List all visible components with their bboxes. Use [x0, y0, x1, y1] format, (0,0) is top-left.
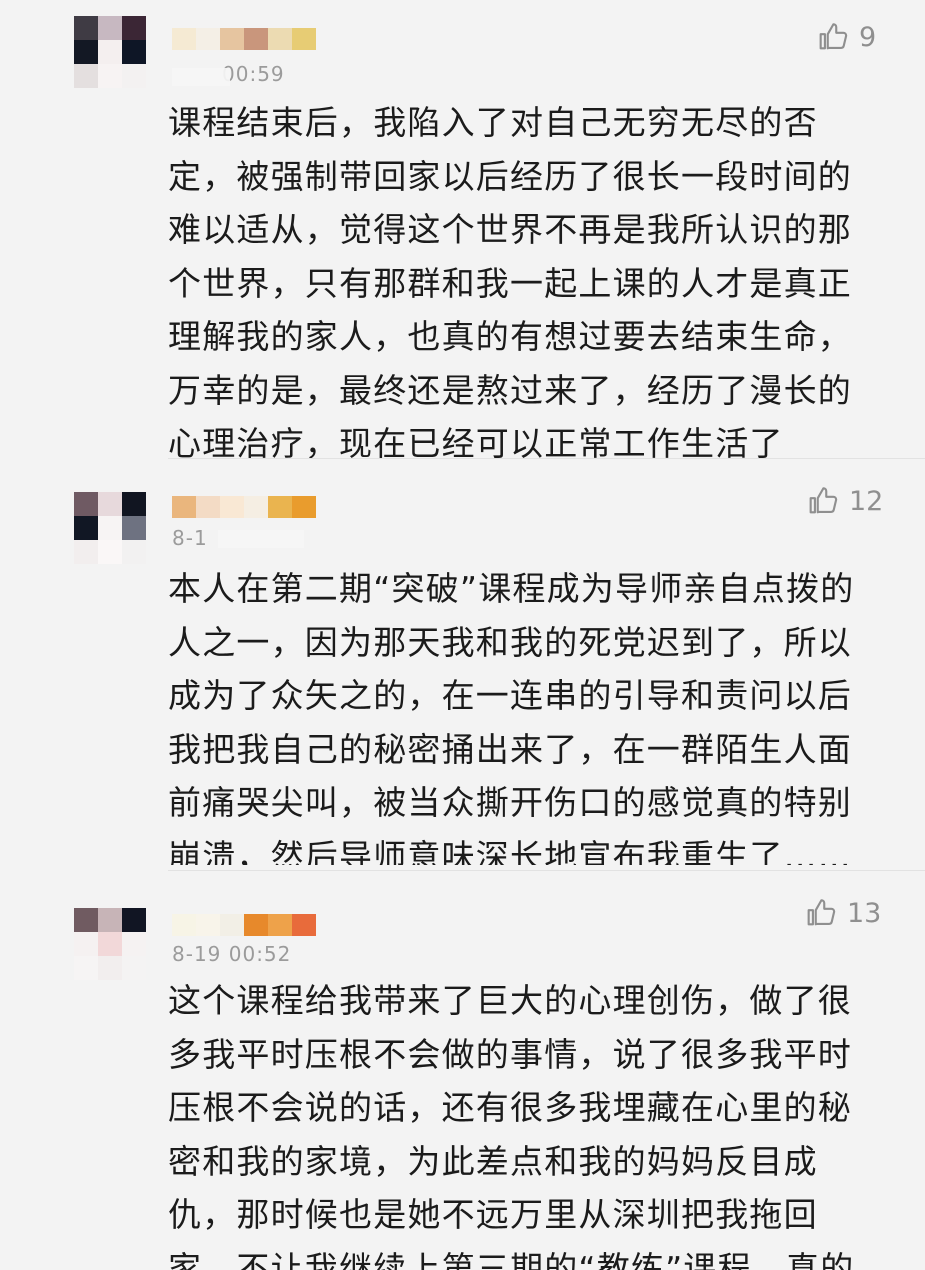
comment-text: 课程结束后，我陷入了对自己无穷无尽的否 定，被强制带回家以后经历了很长一段时间的… — [168, 103, 852, 462]
avatar[interactable] — [74, 492, 150, 568]
divider — [168, 870, 925, 871]
timestamp: 00:59 — [222, 62, 285, 86]
username[interactable] — [172, 914, 322, 936]
thumbs-up-icon — [809, 487, 838, 514]
timestamp-blur — [218, 530, 304, 548]
thumbs-up-icon — [819, 23, 848, 50]
comment-text: 本人在第二期“突破”课程成为导师亲自点拨的 人之一，因为那天我和我的死党迟到了，… — [168, 569, 855, 865]
username[interactable] — [172, 496, 322, 518]
comment-card: 8-1 12 本人在第二期“突破”课程成为导师亲自点拨的 人之一，因为那天我和我… — [0, 470, 925, 865]
timestamp: 8-1 — [172, 526, 208, 550]
like-button[interactable]: 13 — [803, 896, 881, 930]
divider — [168, 458, 925, 459]
like-count: 9 — [859, 21, 877, 53]
username[interactable] — [172, 28, 322, 50]
like-button[interactable]: 9 — [815, 20, 876, 54]
avatar[interactable] — [74, 908, 150, 984]
timestamp-blur — [172, 68, 230, 86]
avatar[interactable] — [74, 16, 150, 92]
like-count: 13 — [847, 897, 882, 929]
timestamp: 8-19 00:52 — [172, 942, 292, 966]
comment-card: 00:59 9 课程结束后，我陷入了对自己无穷无尽的否 定，被强制带回家以后经历… — [0, 0, 925, 462]
comment-card: 8-19 00:52 13 这个课程给我带来了巨大的心理创伤，做了很 多我平时压… — [0, 880, 925, 1270]
thumbs-up-icon — [807, 899, 836, 926]
comment-text: 这个课程给我带来了巨大的心理创伤，做了很 多我平时压根不会做的事情，说了很多我平… — [168, 981, 855, 1270]
like-button[interactable]: 12 — [805, 484, 883, 518]
like-count: 12 — [849, 485, 884, 517]
